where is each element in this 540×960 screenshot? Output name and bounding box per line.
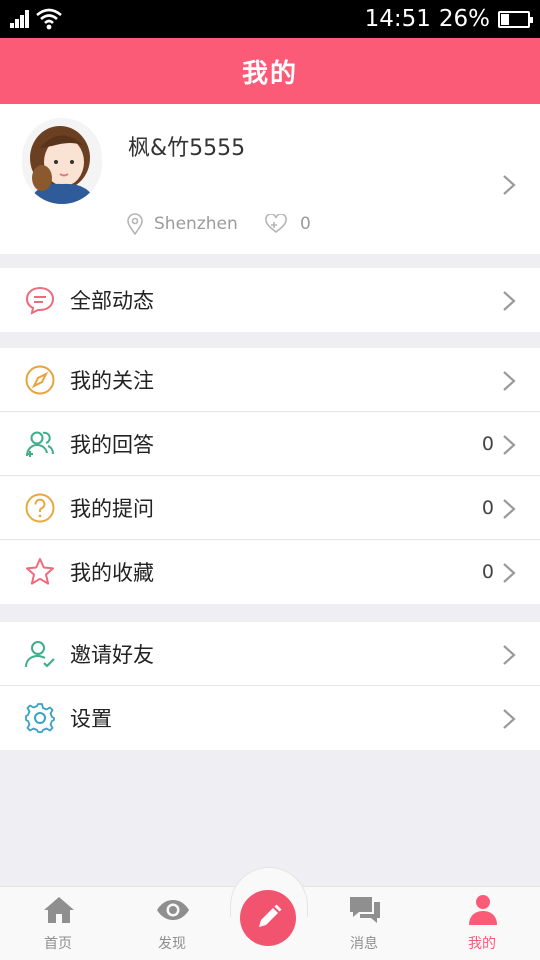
menu-item-answers[interactable]: 我的回答 0 (0, 412, 540, 476)
heart-plus-icon (265, 214, 287, 234)
person-icon (469, 895, 497, 925)
location-text: Shenzhen (154, 214, 238, 234)
status-time: 14:51 (364, 6, 431, 32)
chevron-right-icon (503, 291, 516, 311)
menu-item-favorites[interactable]: 我的收藏 0 (0, 540, 540, 604)
battery-icon (498, 10, 533, 28)
pencil-icon (259, 904, 282, 927)
home-icon (44, 897, 74, 923)
tab-label: 我的 (468, 936, 496, 952)
menu-item-label: 我的提问 (70, 496, 154, 521)
chat-icon (350, 897, 380, 923)
invite-user-icon (25, 641, 55, 668)
eye-icon (157, 900, 189, 920)
menu-item-questions[interactable]: 我的提问 0 (0, 476, 540, 540)
username: 枫&竹5555 (128, 136, 246, 161)
tab-label: 发现 (158, 936, 186, 952)
compose-button[interactable] (240, 890, 296, 946)
tab-label: 消息 (350, 936, 378, 952)
menu-item-label: 我的回答 (70, 432, 154, 457)
likes-count: 0 (300, 214, 311, 234)
gear-icon (25, 703, 55, 733)
avatar[interactable] (22, 118, 102, 204)
questions-count: 0 (481, 496, 494, 519)
message-icon (25, 286, 55, 315)
question-icon (25, 493, 55, 523)
users-icon (26, 431, 54, 457)
location-pin-icon (127, 213, 143, 235)
menu-item-label: 全部动态 (70, 289, 154, 313)
menu-item-label: 我的关注 (70, 368, 154, 393)
battery-percent: 26% (438, 6, 490, 32)
wifi-icon (36, 8, 62, 30)
menu-item-label: 设置 (70, 707, 112, 731)
menu-item-following[interactable]: 我的关注 (0, 348, 540, 412)
chevron-right-icon (503, 563, 516, 583)
menu-item-label: 邀请好友 (70, 642, 154, 667)
tab-messages[interactable]: 消息 (310, 887, 418, 960)
answers-count: 0 (481, 432, 494, 455)
menu-group-activity: 全部动态 (0, 268, 540, 332)
chevron-right-icon (503, 499, 516, 519)
profile-card[interactable]: 枫&竹5555 Shenzhen 0 (0, 104, 540, 254)
menu-group-other: 邀请好友 设置 (0, 622, 540, 750)
compass-icon (25, 365, 55, 395)
menu-item-invite-friends[interactable]: 邀请好友 (0, 622, 540, 686)
menu-item-all-activity[interactable]: 全部动态 (0, 268, 540, 332)
tab-me[interactable]: 我的 (428, 887, 536, 960)
status-bar: 14:51 26% (0, 0, 540, 38)
chevron-right-icon (503, 645, 516, 665)
menu-item-label: 我的收藏 (70, 561, 154, 585)
star-icon (26, 558, 54, 585)
app-header: 我的 (0, 38, 540, 104)
tab-label: 首页 (44, 936, 72, 952)
menu-item-settings[interactable]: 设置 (0, 686, 540, 750)
favorites-count: 0 (481, 561, 494, 583)
likes: 0 (264, 212, 311, 236)
menu-group-mine: 我的关注 我的回答 0 我的提问 0 我的收藏 0 (0, 348, 540, 604)
chevron-right-icon (503, 435, 516, 455)
chevron-right-icon (503, 175, 516, 195)
chevron-right-icon (503, 709, 516, 729)
tab-discover[interactable]: 发现 (118, 887, 226, 960)
page-title: 我的 (241, 58, 298, 89)
signal-icon (10, 10, 30, 28)
location: Shenzhen (126, 212, 238, 236)
chevron-right-icon (503, 371, 516, 391)
tab-home[interactable]: 首页 (4, 887, 112, 960)
